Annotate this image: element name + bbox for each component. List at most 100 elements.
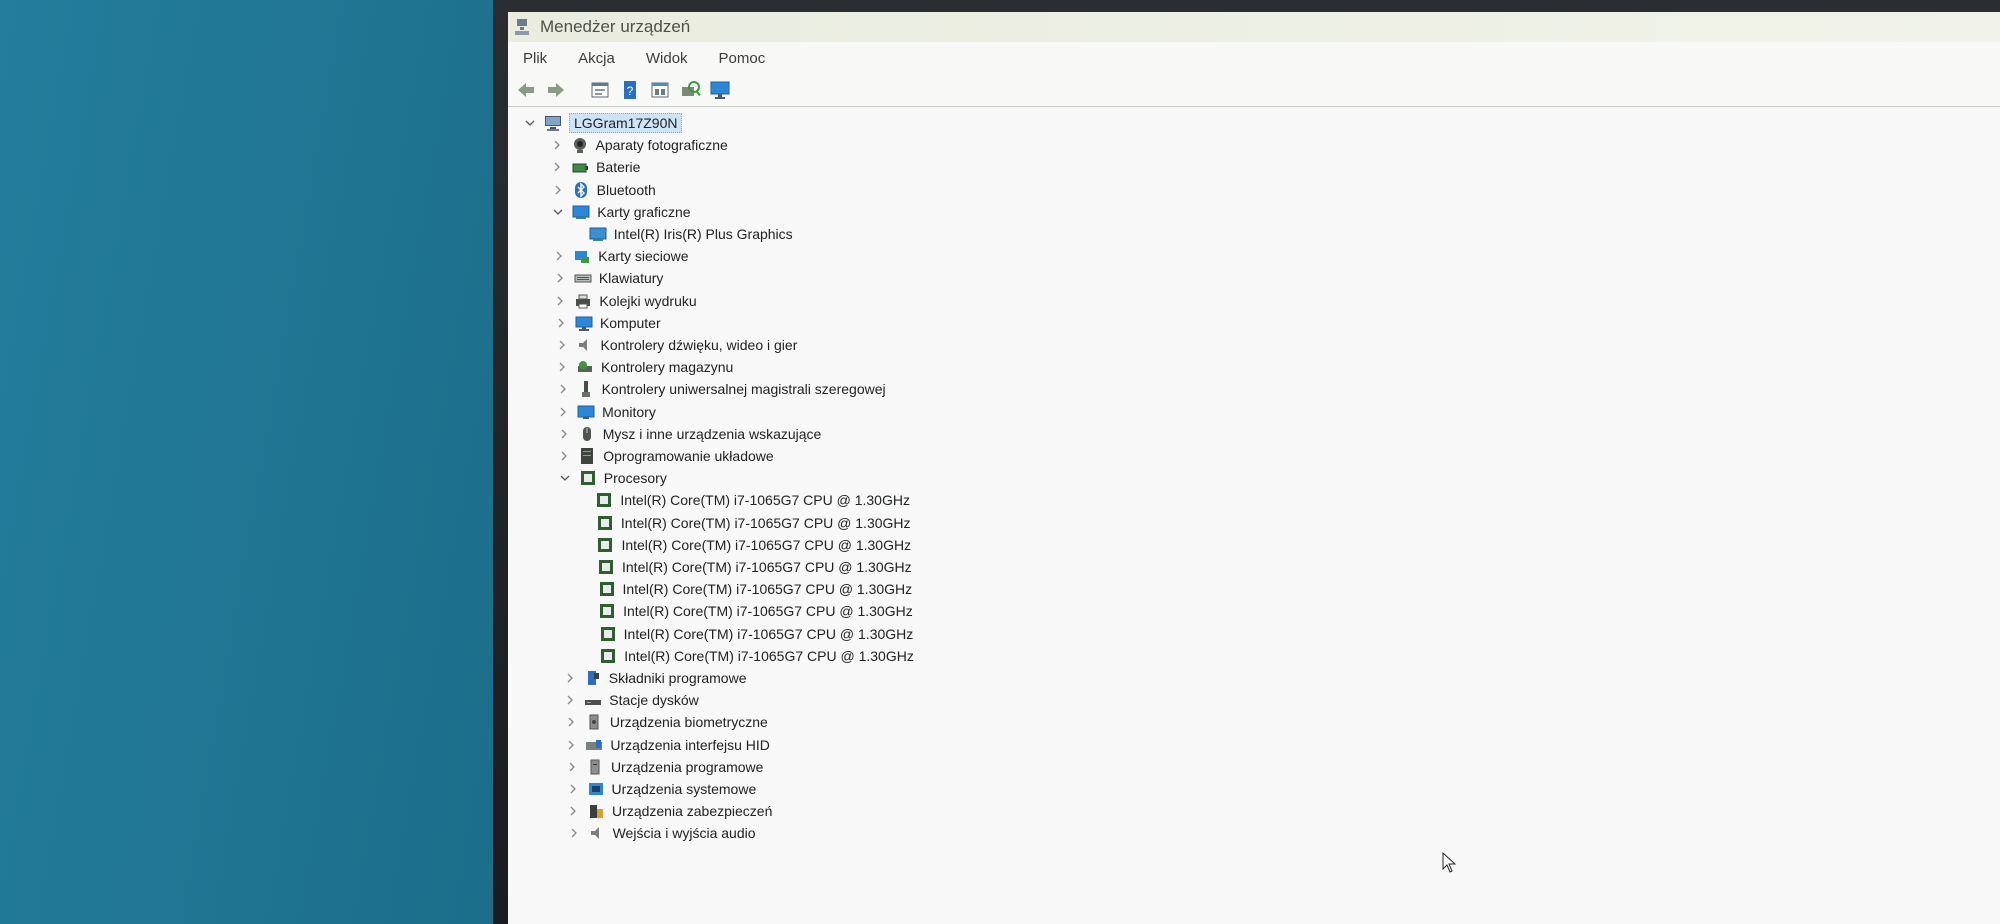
chevron-right-icon[interactable] xyxy=(564,672,576,684)
tree-category-oprogramowanie-ukladowe[interactable]: Oprogramowanie układowe xyxy=(558,446,774,466)
tree-category-label: Składniki programowe xyxy=(608,670,747,686)
tree-device-item[interactable]: Intel(R) Core(TM) i7-1065G7 CPU @ 1.30GH… xyxy=(597,557,912,577)
chevron-right-icon[interactable] xyxy=(552,184,564,196)
tree-root-node[interactable]: LGGram17Z90N xyxy=(524,113,683,133)
chevron-right-icon[interactable] xyxy=(557,406,569,418)
tree-category-monitory[interactable]: Monitory xyxy=(557,402,656,422)
security-device-icon xyxy=(587,802,605,820)
tree-category-label: Mysz i inne urządzenia wskazujące xyxy=(602,425,822,442)
chevron-right-icon[interactable] xyxy=(553,250,565,262)
tree-category-komputer[interactable]: Komputer xyxy=(555,313,661,333)
printer-icon xyxy=(574,292,592,310)
help-icon: ? xyxy=(624,81,636,99)
tree-category-label: Baterie xyxy=(596,159,641,176)
chevron-right-icon[interactable] xyxy=(554,295,566,307)
tree-category-aparaty-fotograficzne[interactable]: Aparaty fotograficzne xyxy=(551,135,728,155)
tree-device-item[interactable]: Intel(R) Core(TM) i7-1065G7 CPU @ 1.30GH… xyxy=(599,646,914,666)
chevron-right-icon[interactable] xyxy=(558,428,570,440)
chevron-right-icon[interactable] xyxy=(565,716,577,728)
tree-device-item[interactable]: Intel(R) Core(TM) i7-1065G7 CPU @ 1.30GH… xyxy=(596,535,911,555)
cpu-core-icon xyxy=(598,602,616,620)
scan-hardware-button[interactable] xyxy=(678,78,702,102)
tree-category-label: Urządzenia biometryczne xyxy=(609,714,768,731)
tree-category-urzadzenia-zabezpieczen[interactable]: Urządzenia zabezpieczeń xyxy=(567,801,772,821)
chevron-right-icon[interactable] xyxy=(551,139,563,151)
forward-icon xyxy=(548,83,564,97)
tree-category-kontrolery-magazynu[interactable]: Kontrolery magazynu xyxy=(556,357,733,377)
tree-category-kontrolery-dzwieku-wideo-i-gier[interactable]: Kontrolery dźwięku, wideo i gier xyxy=(556,335,797,355)
tree-category-label: Kontrolery uniwersalnej magistrali szere… xyxy=(601,381,886,398)
chevron-right-icon[interactable] xyxy=(555,317,567,329)
tree-category-label: Urządzenia programowe xyxy=(610,758,764,775)
tree-root-label: LGGram17Z90N xyxy=(569,113,683,133)
cpu-core-icon xyxy=(599,625,617,643)
help-button[interactable]: ? xyxy=(618,78,642,102)
tree-category-label: Karty graficzne xyxy=(597,203,691,220)
chevron-right-icon[interactable] xyxy=(551,161,563,173)
tree-category-stacje-dyskow[interactable]: Stacje dysków xyxy=(564,690,699,710)
tree-category-karty-sieciowe[interactable]: Karty sieciowe xyxy=(553,246,689,266)
tree-category-urzadzenia-programowe[interactable]: Urządzenia programowe xyxy=(566,757,764,777)
back-button[interactable] xyxy=(514,78,538,102)
chevron-down-icon[interactable] xyxy=(559,472,571,484)
chevron-right-icon[interactable] xyxy=(554,272,566,284)
properties-button[interactable] xyxy=(588,78,612,102)
tree-category-label: Monitory xyxy=(602,403,656,420)
view-button[interactable] xyxy=(648,78,672,102)
tree-category-label: Kolejki wydruku xyxy=(599,292,697,309)
monitor-button[interactable] xyxy=(708,78,732,102)
tree-category-skladniki-programowe[interactable]: Składniki programowe xyxy=(564,668,747,688)
view-icon xyxy=(651,82,669,98)
network-icon xyxy=(573,247,591,265)
tree-category-kolejki-wydruku[interactable]: Kolejki wydruku xyxy=(554,291,697,311)
chevron-right-icon[interactable] xyxy=(567,805,579,817)
chevron-down-icon[interactable] xyxy=(524,117,536,129)
menu-view[interactable]: Widok xyxy=(646,50,688,67)
tree-device-item[interactable]: Intel(R) Core(TM) i7-1065G7 CPU @ 1.30GH… xyxy=(598,579,913,599)
chevron-down-icon[interactable] xyxy=(552,206,564,218)
storage-controller-icon xyxy=(576,358,594,376)
chevron-right-icon[interactable] xyxy=(556,361,568,373)
chevron-right-icon[interactable] xyxy=(566,761,578,773)
tree-device-label: Intel(R) Core(TM) i7-1065G7 CPU @ 1.30GH… xyxy=(622,581,913,598)
tree-category-label: Urządzenia systemowe xyxy=(611,781,757,797)
cpu-core-icon xyxy=(597,558,615,576)
software-component-icon xyxy=(584,669,602,687)
chevron-right-icon[interactable] xyxy=(557,383,569,395)
tree-category-karty-graficzne[interactable]: Karty graficzne xyxy=(552,202,691,222)
forward-button[interactable] xyxy=(544,78,568,102)
tree-category-urzadzenia-interfejsu-hid[interactable]: Urządzenia interfejsu HID xyxy=(565,735,770,755)
tree-category-label: Klawiatury xyxy=(598,270,664,287)
tree-category-baterie[interactable]: Baterie xyxy=(551,157,640,177)
chevron-right-icon[interactable] xyxy=(567,783,579,795)
window-title: Menedżer urządzeń xyxy=(540,17,691,36)
tree-device-item[interactable]: Intel(R) Core(TM) i7-1065G7 CPU @ 1.30GH… xyxy=(599,624,914,644)
chevron-right-icon[interactable] xyxy=(568,827,580,839)
tree-device-item[interactable]: Intel(R) Core(TM) i7-1065G7 CPU @ 1.30GH… xyxy=(596,513,911,533)
svg-text:?: ? xyxy=(627,84,634,98)
tree-category-mysz-i-inne-urzadzenia-wskazujace[interactable]: Mysz i inne urządzenia wskazujące xyxy=(558,424,822,444)
tree-category-procesory[interactable]: Procesory xyxy=(559,468,667,488)
tree-category-klawiatury[interactable]: Klawiatury xyxy=(554,268,664,288)
menu-action[interactable]: Akcja xyxy=(578,50,615,67)
tree-category-bluetooth[interactable]: Bluetooth xyxy=(552,180,656,200)
chevron-right-icon[interactable] xyxy=(558,450,570,462)
toolbar: ? xyxy=(508,74,2000,107)
tree-device-label: Intel(R) Core(TM) i7-1065G7 CPU @ 1.30GH… xyxy=(623,625,914,642)
tree-category-kontrolery-uniwersalnej-magistrali-szeregowej[interactable]: Kontrolery uniwersalnej magistrali szere… xyxy=(557,379,886,399)
keyboard-icon xyxy=(574,269,592,287)
chevron-right-icon[interactable] xyxy=(564,694,576,706)
menu-file[interactable]: Plik xyxy=(523,50,547,67)
cpu-core-icon xyxy=(599,647,617,665)
menu-help[interactable]: Pomoc xyxy=(719,50,766,67)
tree-device-item[interactable]: Intel(R) Iris(R) Plus Graphics xyxy=(589,224,793,244)
title-bar[interactable]: Menedżer urządzeń xyxy=(508,12,2000,42)
tree-device-item[interactable]: Intel(R) Core(TM) i7-1065G7 CPU @ 1.30GH… xyxy=(595,490,910,510)
chevron-right-icon[interactable] xyxy=(565,739,577,751)
tree-category-urzadzenia-biometryczne[interactable]: Urządzenia biometryczne xyxy=(565,712,768,732)
tree-category-wejscia-i-wyjscia-audio[interactable]: Wejścia i wyjścia audio xyxy=(568,823,756,843)
tree-category-urzadzenia-systemowe[interactable]: Urządzenia systemowe xyxy=(567,779,757,799)
tree-device-item[interactable]: Intel(R) Core(TM) i7-1065G7 CPU @ 1.30GH… xyxy=(598,601,913,621)
root-computer-icon xyxy=(544,114,562,132)
chevron-right-icon[interactable] xyxy=(556,339,568,351)
